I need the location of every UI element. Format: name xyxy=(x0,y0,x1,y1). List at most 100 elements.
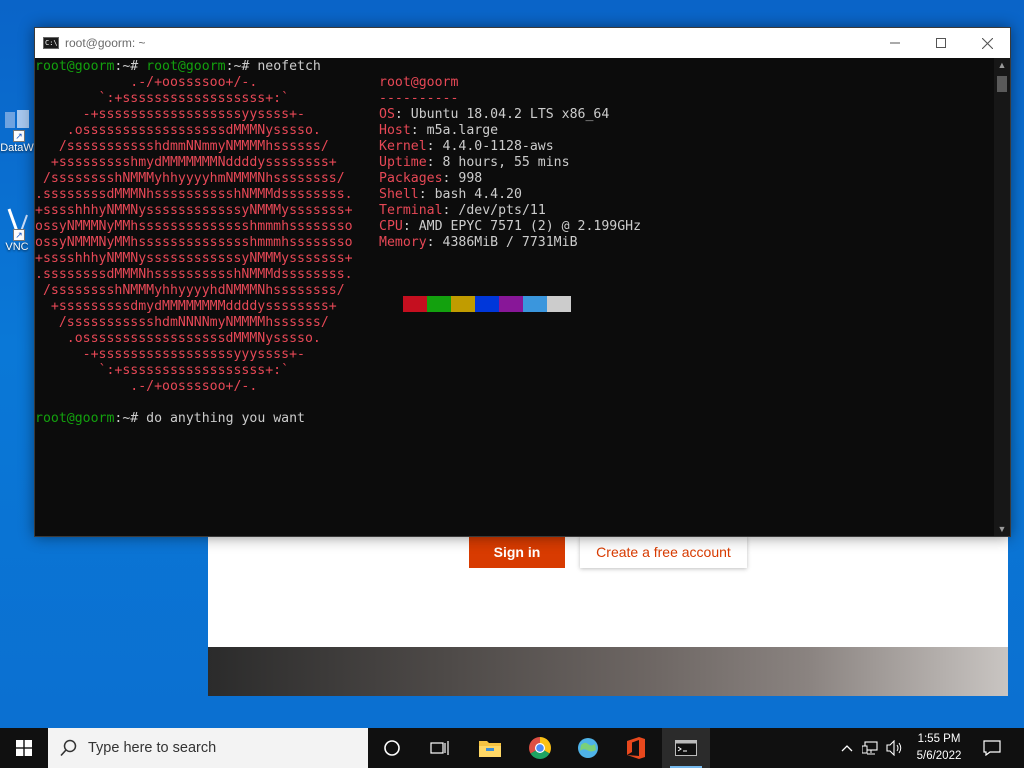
palette-swatch xyxy=(475,296,499,312)
database-app-icon: ↗ xyxy=(3,108,31,142)
logo-line: +sssshhhyNMMNyssssssssssssyNMMMysssssss+ xyxy=(35,251,353,266)
palette-swatch xyxy=(451,296,475,312)
shortcut-arrow-icon: ↗ xyxy=(13,130,25,142)
info-value: /dev/pts/11 xyxy=(458,203,546,218)
start-button[interactable] xyxy=(0,728,48,768)
info-value: bash 4.4.20 xyxy=(434,187,522,202)
hero-image xyxy=(208,647,1008,696)
info-value: 8 hours, 55 mins xyxy=(442,155,570,170)
chevron-up-icon xyxy=(841,745,853,752)
scrollbar-thumb[interactable] xyxy=(997,76,1007,92)
logo-line: +ssssssssshmydMMMMMMMNddddyssssssss+ xyxy=(35,155,337,170)
cortana-button[interactable] xyxy=(368,728,416,768)
volume-button[interactable] xyxy=(884,728,906,768)
info-row: OS: Ubuntu 18.04.2 LTS x86_64 xyxy=(379,107,610,122)
cortana-icon xyxy=(384,740,400,756)
prompt-separator: :~# xyxy=(114,59,147,74)
task-view-icon xyxy=(430,741,449,755)
info-row: Uptime: 8 hours, 55 mins xyxy=(379,155,570,170)
logo-line: .ssssssssdMMMNhsssssssssshNMMMdssssssss. xyxy=(35,187,353,202)
info-row: Terminal: /dev/pts/11 xyxy=(379,203,546,218)
info-rule: ---------- xyxy=(379,91,459,106)
sign-in-button[interactable]: Sign in xyxy=(469,535,565,568)
info-key: Uptime xyxy=(379,155,427,170)
taskbar-search-box[interactable]: Type here to search xyxy=(48,728,368,768)
info-value: 998 xyxy=(458,171,483,186)
prompt-separator: :~# xyxy=(225,59,258,74)
palette-swatch xyxy=(499,296,523,312)
terminal-icon xyxy=(675,740,697,756)
search-placeholder: Type here to search xyxy=(88,740,217,756)
minimize-icon xyxy=(890,42,900,44)
prompt-line: root@goorm:~# root@goorm:~# neofetch xyxy=(35,59,321,75)
scroll-down-icon[interactable]: ▼ xyxy=(994,522,1010,536)
windows-logo-icon xyxy=(16,740,32,756)
console-titlebar[interactable]: C:\ root@goorm: ~ xyxy=(35,28,1010,58)
logo-line: .ssssssssdMMMNhsssssssssshNMMMdssssssss. xyxy=(35,267,353,282)
task-view-button[interactable] xyxy=(416,728,464,768)
info-row: Kernel: 4.4.0-1128-aws xyxy=(379,139,554,154)
prompt-line: root@goorm:~# do anything you want xyxy=(35,411,305,427)
vertical-scrollbar[interactable]: ▲ ▼ xyxy=(994,58,1010,536)
maximize-button[interactable] xyxy=(918,28,964,58)
office-icon xyxy=(627,737,645,759)
minimize-button[interactable] xyxy=(872,28,918,58)
window-title: root@goorm: ~ xyxy=(65,36,146,50)
maximize-icon xyxy=(936,38,946,48)
console-window[interactable]: C:\ root@goorm: ~ root@goorm:~# root@goo… xyxy=(34,27,1011,537)
info-row: Host: m5a.large xyxy=(379,123,499,138)
info-key: Packages xyxy=(379,171,443,186)
file-explorer-button[interactable] xyxy=(466,728,514,768)
logo-line: -+ssssssssssssssssssyyssss+- xyxy=(35,107,305,122)
prompt-user: root@goorm xyxy=(35,411,115,426)
clock-time: 1:55 PM xyxy=(917,733,961,745)
info-key: OS xyxy=(379,107,395,122)
info-value: m5a.large xyxy=(426,123,499,138)
info-value: 4.4.0-1128-aws xyxy=(442,139,554,154)
info-key: Kernel xyxy=(379,139,427,154)
desktop-icon-dataw[interactable]: ↗ DataW xyxy=(0,108,34,154)
console-app-icon: C:\ xyxy=(43,37,59,49)
globe-app-button[interactable] xyxy=(564,728,612,768)
close-button[interactable] xyxy=(964,28,1010,58)
palette-swatch xyxy=(427,296,451,312)
info-row: CPU: AMD EPYC 7571 (2) @ 2.199GHz xyxy=(379,219,642,234)
show-hidden-icons-button[interactable] xyxy=(838,728,856,768)
desktop-icon-vnc[interactable]: ↗ VNC xyxy=(0,207,34,253)
logo-line: /sssssssshNMMMyhhyyyyhdNMMMNhssssssss/ xyxy=(35,283,345,298)
info-row: Memory: 4386MiB / 7731MiB xyxy=(379,235,578,250)
clock-date: 5/6/2022 xyxy=(916,750,962,762)
info-key: Terminal xyxy=(379,203,443,218)
prompt-user: root@goorm xyxy=(35,59,115,74)
prompt-user: root@goorm xyxy=(146,59,226,74)
scroll-up-icon[interactable]: ▲ xyxy=(994,58,1010,72)
office-button[interactable] xyxy=(612,728,660,768)
network-button[interactable] xyxy=(860,728,882,768)
logo-line: /sssssssshNMMMyhhyyyyhmNMMMNhssssssss/ xyxy=(35,171,345,186)
taskbar: Type here to search 1:55 PM 5/6/2022 xyxy=(0,728,1024,768)
info-row: Shell: bash 4.4.20 xyxy=(379,187,522,202)
vnc-viewer-icon: ↗ xyxy=(3,207,31,241)
search-icon xyxy=(60,739,77,757)
info-header: root@goorm xyxy=(379,75,459,90)
info-key: Host xyxy=(379,123,411,138)
logo-line: `:+ssssssssssssssssss+:` xyxy=(35,363,290,378)
chrome-button[interactable] xyxy=(516,728,564,768)
logo-line: +sssshhhyNMMNyssssssssssssyNMMMysssssss+ xyxy=(35,203,353,218)
file-explorer-icon xyxy=(479,741,501,757)
prompt-separator: :~# xyxy=(114,411,147,426)
typed-command: neofetch xyxy=(257,59,321,74)
color-palette xyxy=(403,296,571,312)
notifications-button[interactable] xyxy=(978,728,1006,768)
logo-line: +sssssssssdmydMMMMMMMMddddyssssssss+ xyxy=(35,299,337,314)
terminal-output[interactable]: root@goorm:~# root@goorm:~# neofetch .-/… xyxy=(35,58,995,536)
logo-line: .ossssssssssssssssssdMMMNysssso. xyxy=(35,123,321,138)
create-free-account-button[interactable]: Create a free account xyxy=(580,535,747,568)
system-clock[interactable]: 1:55 PM 5/6/2022 xyxy=(905,731,973,765)
palette-swatch xyxy=(523,296,547,312)
logo-line: ossyNMMMNyMMhsssssssssssssshmmmhssssssso xyxy=(35,235,353,250)
info-key: Memory xyxy=(379,235,427,250)
info-row: Packages: 998 xyxy=(379,171,483,186)
palette-swatch xyxy=(403,296,427,312)
terminal-taskbar-button[interactable] xyxy=(662,728,710,768)
